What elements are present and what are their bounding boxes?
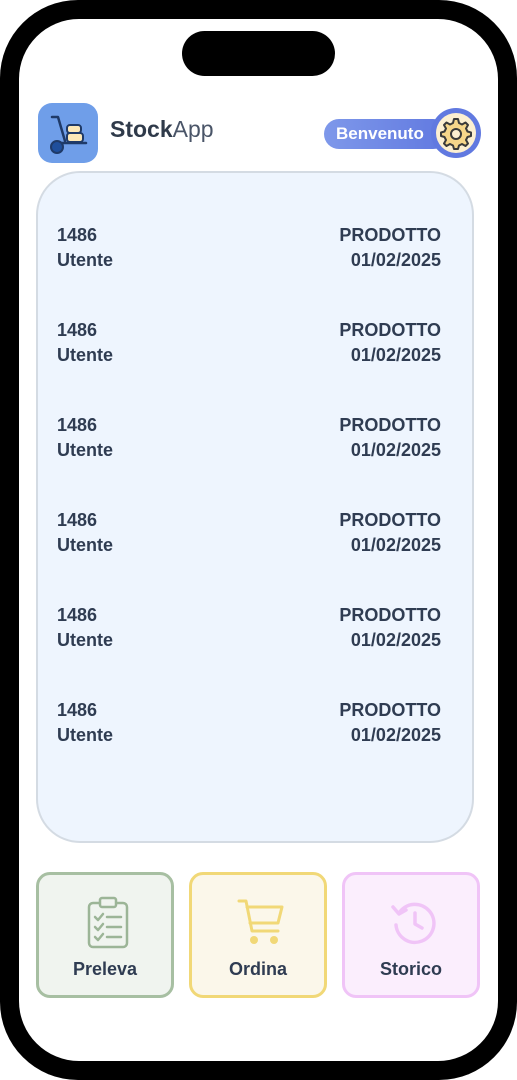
preleva-label: Preleva	[72, 959, 138, 979]
preleva-button[interactable]: Preleva	[36, 872, 174, 998]
item-type: PRODOTTO	[339, 510, 441, 530]
item-type: PRODOTTO	[339, 320, 441, 340]
item-id: 1486	[57, 700, 98, 720]
history-icon	[391, 902, 436, 945]
item-date: 01/02/2025	[350, 440, 441, 460]
item-id: 1486	[57, 605, 98, 625]
app-logo	[38, 103, 98, 163]
item-date: 01/02/2025	[350, 345, 441, 365]
app-name-bold: Stock	[110, 116, 173, 142]
list-item[interactable]: 1486 Utente PRODOTTO 01/02/2025	[57, 605, 441, 655]
item-type: PRODOTTO	[339, 225, 441, 245]
ordina-label: Ordina	[228, 959, 287, 979]
item-date: 01/02/2025	[350, 250, 441, 270]
list-item[interactable]: 1486 Utente PRODOTTO 01/02/2025	[57, 510, 441, 560]
item-user: Utente	[57, 345, 114, 365]
notch	[182, 31, 335, 76]
storico-button[interactable]: Storico	[342, 872, 480, 998]
item-type: PRODOTTO	[339, 605, 441, 625]
screen: StockApp Benvenuto 1486 Utente PRODOTTO …	[19, 19, 498, 1061]
ordina-button[interactable]: Ordina	[189, 872, 327, 998]
item-user: Utente	[57, 440, 114, 460]
item-id: 1486	[57, 415, 98, 435]
list-item[interactable]: 1486 Utente PRODOTTO 01/02/2025	[57, 415, 441, 465]
list-item[interactable]: 1486 Utente PRODOTTO 01/02/2025	[57, 225, 441, 275]
list-item[interactable]: 1486 Utente PRODOTTO 01/02/2025	[57, 320, 441, 370]
item-user: Utente	[57, 250, 114, 270]
shopping-cart-icon	[237, 899, 284, 944]
welcome-badge[interactable]: Benvenuto	[324, 119, 448, 149]
item-type: PRODOTTO	[339, 415, 441, 435]
item-type: PRODOTTO	[339, 700, 441, 720]
phone-frame: StockApp Benvenuto 1486 Utente PRODOTTO …	[0, 0, 517, 1080]
list-item[interactable]: 1486 Utente PRODOTTO 01/02/2025	[57, 700, 441, 750]
settings-button-inner	[436, 113, 476, 153]
item-date: 01/02/2025	[350, 630, 441, 650]
app-name: StockApp	[110, 116, 214, 143]
movements-list[interactable]: 1486 Utente PRODOTTO 01/02/2025 1486 Ute…	[36, 171, 474, 843]
item-id: 1486	[57, 510, 98, 530]
item-id: 1486	[57, 320, 98, 340]
item-date: 01/02/2025	[350, 725, 441, 745]
settings-button[interactable]	[431, 108, 481, 158]
gear-icon	[440, 118, 472, 150]
item-date: 01/02/2025	[350, 535, 441, 555]
item-user: Utente	[57, 725, 114, 745]
app-name-light: App	[172, 116, 214, 142]
clipboard-checklist-icon	[87, 896, 129, 949]
item-id: 1486	[57, 225, 98, 245]
storico-label: Storico	[379, 959, 442, 979]
item-user: Utente	[57, 535, 114, 555]
hand-truck-icon	[50, 115, 88, 154]
item-user: Utente	[57, 630, 114, 650]
